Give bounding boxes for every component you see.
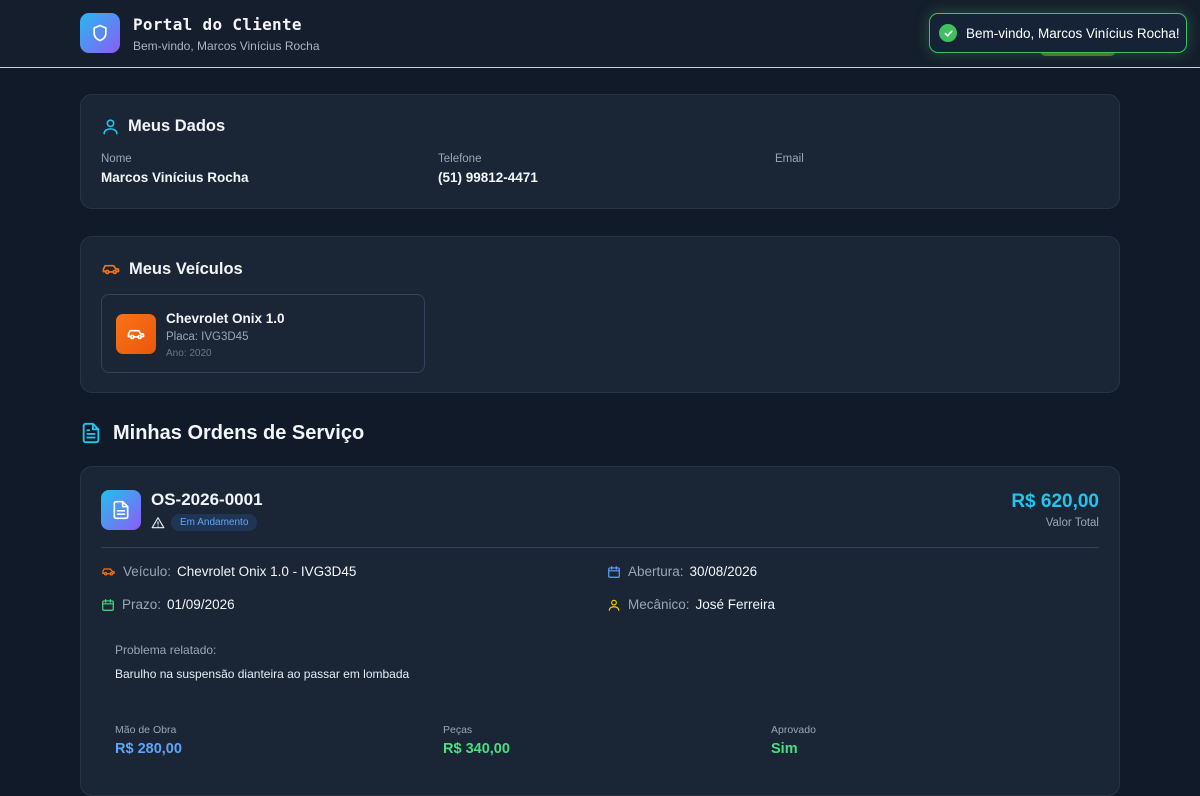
profile-title-text: Meus Dados: [128, 117, 226, 135]
vehicle-plate: Placa: IVG3D45: [166, 331, 249, 343]
status-badge: Em Andamento: [171, 514, 258, 531]
cost-parts: Peças R$ 340,00: [443, 724, 510, 757]
calendar-icon: [102, 598, 114, 611]
labor-label: Mão de Obra: [115, 724, 177, 736]
field-name: Nome Marcos Vinícius Rocha: [101, 153, 249, 185]
user-icon: [608, 599, 620, 611]
shield-logo-icon: [80, 13, 120, 53]
app-title: Portal do Cliente: [133, 15, 302, 34]
vehicle-name: Chevrolet Onix 1.0: [166, 311, 285, 326]
field-phone-value: (51) 99812-4471: [438, 170, 538, 185]
labor-value: R$ 280,00: [115, 741, 182, 757]
profile-card: Meus Dados Nome Marcos Vinícius Rocha Te…: [80, 94, 1120, 209]
detail-opening-value: 30/08/2026: [689, 564, 758, 579]
order-status-row: Em Andamento: [151, 514, 258, 531]
vehicles-card: Meus Veículos Chevrolet Onix 1.0 Placa: …: [80, 236, 1120, 393]
car-icon: [102, 568, 115, 576]
vehicle-item[interactable]: Chevrolet Onix 1.0 Placa: IVG3D45 Ano: 2…: [101, 294, 425, 373]
detail-vehicle-value: Chevrolet Onix 1.0 - IVG3D45: [177, 564, 357, 579]
user-icon: [103, 119, 118, 135]
detail-deadline-value: 01/09/2026: [167, 597, 235, 612]
vehicles-card-title: Meus Veículos: [101, 259, 243, 279]
profile-card-title: Meus Dados: [101, 117, 225, 136]
parts-label: Peças: [443, 724, 473, 736]
problem-label: Problema relatado:: [115, 643, 217, 657]
cost-labor: Mão de Obra R$ 280,00: [115, 724, 182, 757]
check-circle-icon: [939, 24, 957, 42]
app-header: Portal do Cliente Bem-vindo, Marcos Viní…: [0, 0, 1200, 68]
car-icon: [116, 314, 156, 354]
detail-opening: Abertura: 30/08/2026: [607, 564, 757, 579]
toast-message: Bem-vindo, Marcos Vinícius Rocha!: [966, 25, 1180, 41]
warning-triangle-icon: [151, 516, 165, 528]
detail-vehicle: Veículo: Chevrolet Onix 1.0 - IVG3D45: [101, 564, 356, 579]
field-name-value: Marcos Vinícius Rocha: [101, 170, 249, 185]
orders-section-title: Minhas Ordens de Serviço: [80, 421, 364, 445]
approved-value: Sim: [771, 741, 798, 757]
document-icon: [82, 422, 100, 444]
order-total-label: Valor Total: [1045, 517, 1099, 529]
car-icon: [102, 264, 120, 275]
cost-approved: Aprovado Sim: [771, 724, 816, 757]
vehicle-year: Ano: 2020: [166, 348, 212, 359]
welcome-toast[interactable]: Bem-vindo, Marcos Vinícius Rocha!: [929, 13, 1187, 53]
parts-value: R$ 340,00: [443, 741, 510, 757]
order-total-value: R$ 620,00: [1011, 491, 1099, 512]
order-number: OS-2026-0001: [151, 490, 263, 509]
divider: [101, 547, 1099, 548]
field-phone: Telefone (51) 99812-4471: [438, 153, 538, 185]
detail-mechanic-label: Mecânico:: [628, 597, 690, 612]
problem-text: Barulho na suspensão dianteira ao passar…: [115, 667, 410, 681]
field-phone-label: Telefone: [438, 153, 482, 165]
detail-deadline: Prazo: 01/09/2026: [101, 597, 235, 612]
welcome-subtitle: Bem-vindo, Marcos Vinícius Rocha: [133, 39, 320, 53]
service-order-card[interactable]: OS-2026-0001 Em Andamento R$ 620,00 Valo…: [80, 466, 1120, 796]
orders-title-text: Minhas Ordens de Serviço: [113, 421, 365, 444]
field-name-label: Nome: [101, 153, 132, 165]
approved-label: Aprovado: [771, 724, 816, 736]
vehicles-title-text: Meus Veículos: [129, 259, 243, 278]
calendar-icon: [608, 565, 620, 578]
field-email-label: Email: [775, 153, 804, 165]
detail-deadline-label: Prazo:: [122, 597, 162, 612]
detail-opening-label: Abertura:: [628, 564, 684, 579]
detail-mechanic: Mecânico: José Ferreira: [607, 597, 775, 612]
document-icon: [101, 490, 141, 530]
field-email: Email: [775, 153, 804, 170]
detail-vehicle-label: Veículo:: [123, 564, 172, 579]
detail-mechanic-value: José Ferreira: [695, 597, 776, 612]
